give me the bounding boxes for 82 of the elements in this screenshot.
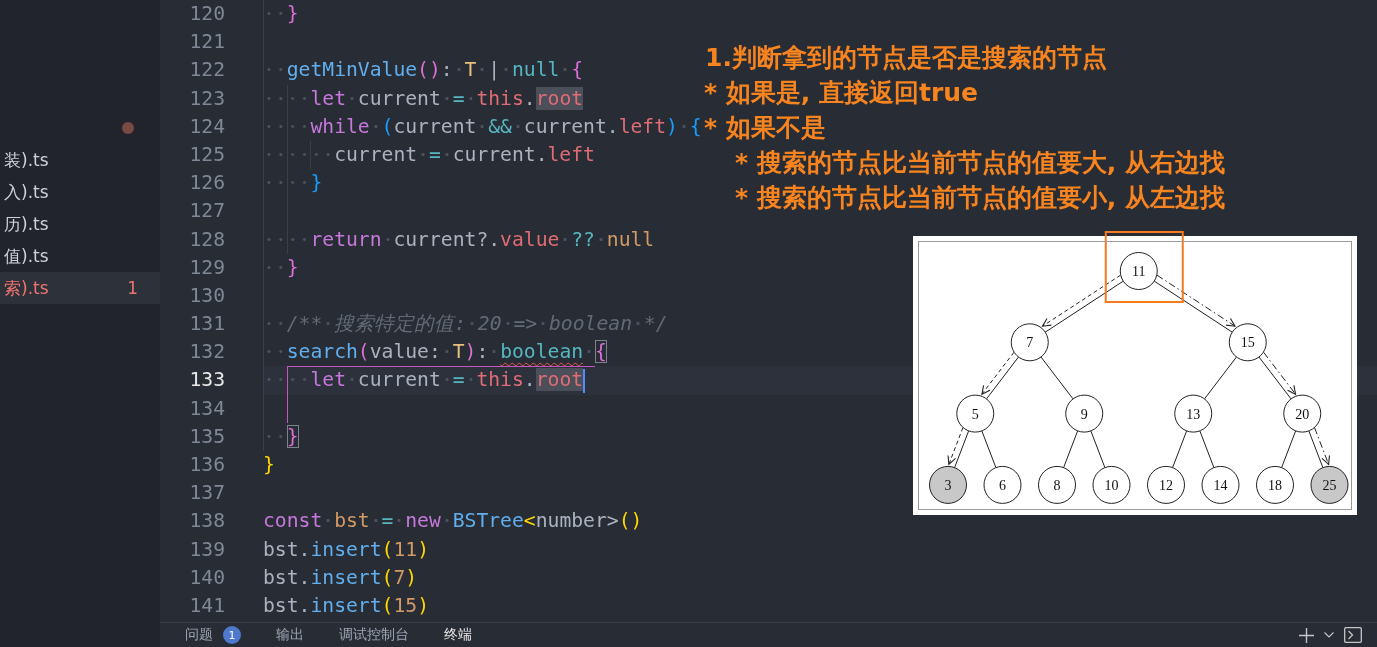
line-number: 123 bbox=[188, 85, 225, 112]
terminal-icon[interactable] bbox=[1344, 627, 1362, 643]
line-number: 120 bbox=[188, 1, 225, 27]
tree-edge bbox=[954, 430, 970, 469]
tree-node: 8 bbox=[1038, 465, 1076, 504]
tree-node: 14 bbox=[1201, 465, 1240, 504]
code-line: search(value: T): boolean { bbox=[263, 338, 607, 367]
line-number: 141 bbox=[188, 592, 225, 619]
count-badge: 1 bbox=[223, 626, 241, 644]
tree-edge bbox=[981, 430, 997, 469]
line-number: 137 bbox=[188, 480, 225, 507]
line-number: 138 bbox=[188, 508, 225, 535]
file-item[interactable]: 历).ts bbox=[0, 208, 160, 240]
tree-edge bbox=[1308, 430, 1324, 469]
tree-node: 13 bbox=[1174, 394, 1213, 433]
code-line: getMinValue(): T | null { bbox=[263, 56, 584, 85]
line-number: 131 bbox=[188, 311, 225, 338]
tree-node: 15 bbox=[1228, 323, 1267, 362]
code-line: const bst = new BSTree<number>() bbox=[263, 508, 643, 535]
code-line: let current = this.root bbox=[263, 366, 584, 395]
line-number: 128 bbox=[188, 226, 225, 253]
code-line: } bbox=[263, 452, 275, 478]
file-item[interactable]: 索).ts 1 bbox=[0, 272, 160, 304]
annotation-heading: 1.判断拿到的节点是否是搜索的节点 bbox=[704, 42, 1107, 74]
panel-tab[interactable]: 问题 1 bbox=[185, 626, 241, 644]
line-number: 124 bbox=[188, 113, 225, 140]
tree-node: 12 bbox=[1147, 465, 1185, 504]
file-item[interactable]: 值).ts bbox=[0, 240, 160, 272]
line-number: 132 bbox=[188, 339, 225, 366]
code-line: /** 搜索特定的值: 20 => boolean */ bbox=[263, 310, 668, 339]
code-line: bst.insert(11) bbox=[263, 536, 429, 563]
line-number: 130 bbox=[188, 282, 225, 309]
tree-edge bbox=[1204, 356, 1237, 400]
line-number: 121 bbox=[188, 29, 225, 56]
code-line: let current = this.root bbox=[263, 84, 584, 113]
code-line: bst.insert(15) bbox=[263, 592, 429, 619]
line-number: 127 bbox=[188, 198, 225, 225]
code-line: bst.insert(7) bbox=[263, 564, 418, 591]
tree-edge bbox=[1281, 430, 1297, 469]
line-number: 126 bbox=[188, 170, 225, 197]
tree-edge bbox=[1040, 356, 1074, 400]
code-line: while (current && current.left) { bbox=[263, 112, 702, 141]
tree-node: 10 bbox=[1092, 465, 1131, 504]
tree-node: 6 bbox=[983, 465, 1022, 504]
line-number: 140 bbox=[188, 564, 225, 591]
tree-edge bbox=[1172, 430, 1188, 469]
line-number: 136 bbox=[188, 452, 225, 478]
panel-tab[interactable]: 终端 bbox=[444, 626, 472, 644]
line-number: 125 bbox=[188, 141, 225, 168]
dashed-arrow bbox=[947, 427, 964, 466]
file-item[interactable]: 入).ts bbox=[0, 176, 160, 208]
problem-count: 1 bbox=[127, 278, 138, 298]
tree-edge bbox=[1063, 430, 1079, 469]
panel-tab[interactable]: 输出 bbox=[276, 626, 304, 644]
line-number: 139 bbox=[188, 536, 225, 563]
tree-node: 18 bbox=[1256, 465, 1294, 504]
code-line: return current?.value ?? null bbox=[263, 225, 655, 254]
code-line: current = current.left bbox=[263, 140, 595, 170]
text-cursor bbox=[583, 368, 586, 393]
line-number: 122 bbox=[188, 57, 225, 84]
line-number: 133 bbox=[188, 367, 225, 394]
tree-node: 9 bbox=[1065, 394, 1104, 433]
tree-node: 11 bbox=[1119, 252, 1158, 290]
tree-node: 7 bbox=[1010, 323, 1049, 362]
dash-dot-arrow bbox=[1314, 427, 1331, 466]
tree-node: 25 bbox=[1310, 465, 1349, 504]
tree-edge bbox=[1199, 430, 1215, 469]
tree-node: 20 bbox=[1283, 394, 1322, 433]
line-number: 129 bbox=[188, 254, 225, 281]
line-number: 135 bbox=[188, 423, 225, 450]
line-number: 134 bbox=[188, 395, 225, 422]
annotation-point: * 如果是, 直接返回true bbox=[704, 77, 978, 109]
panel-tab[interactable]: 调试控制台 bbox=[339, 626, 409, 644]
plus-icon[interactable] bbox=[1299, 627, 1314, 643]
file-item[interactable]: 装).ts bbox=[0, 144, 160, 176]
chevron-down-icon[interactable] bbox=[1324, 632, 1334, 638]
tree-node: 5 bbox=[956, 394, 995, 433]
annotation-point: * 搜索的节点比当前节点的值要大, 从右边找 bbox=[735, 147, 1225, 179]
annotation-point: * 搜索的节点比当前节点的值要小, 从左边找 bbox=[735, 182, 1225, 214]
tree-edge bbox=[1090, 430, 1106, 469]
annotation-point: * 如果不是 bbox=[704, 112, 826, 144]
tree-node: 3 bbox=[929, 465, 967, 504]
